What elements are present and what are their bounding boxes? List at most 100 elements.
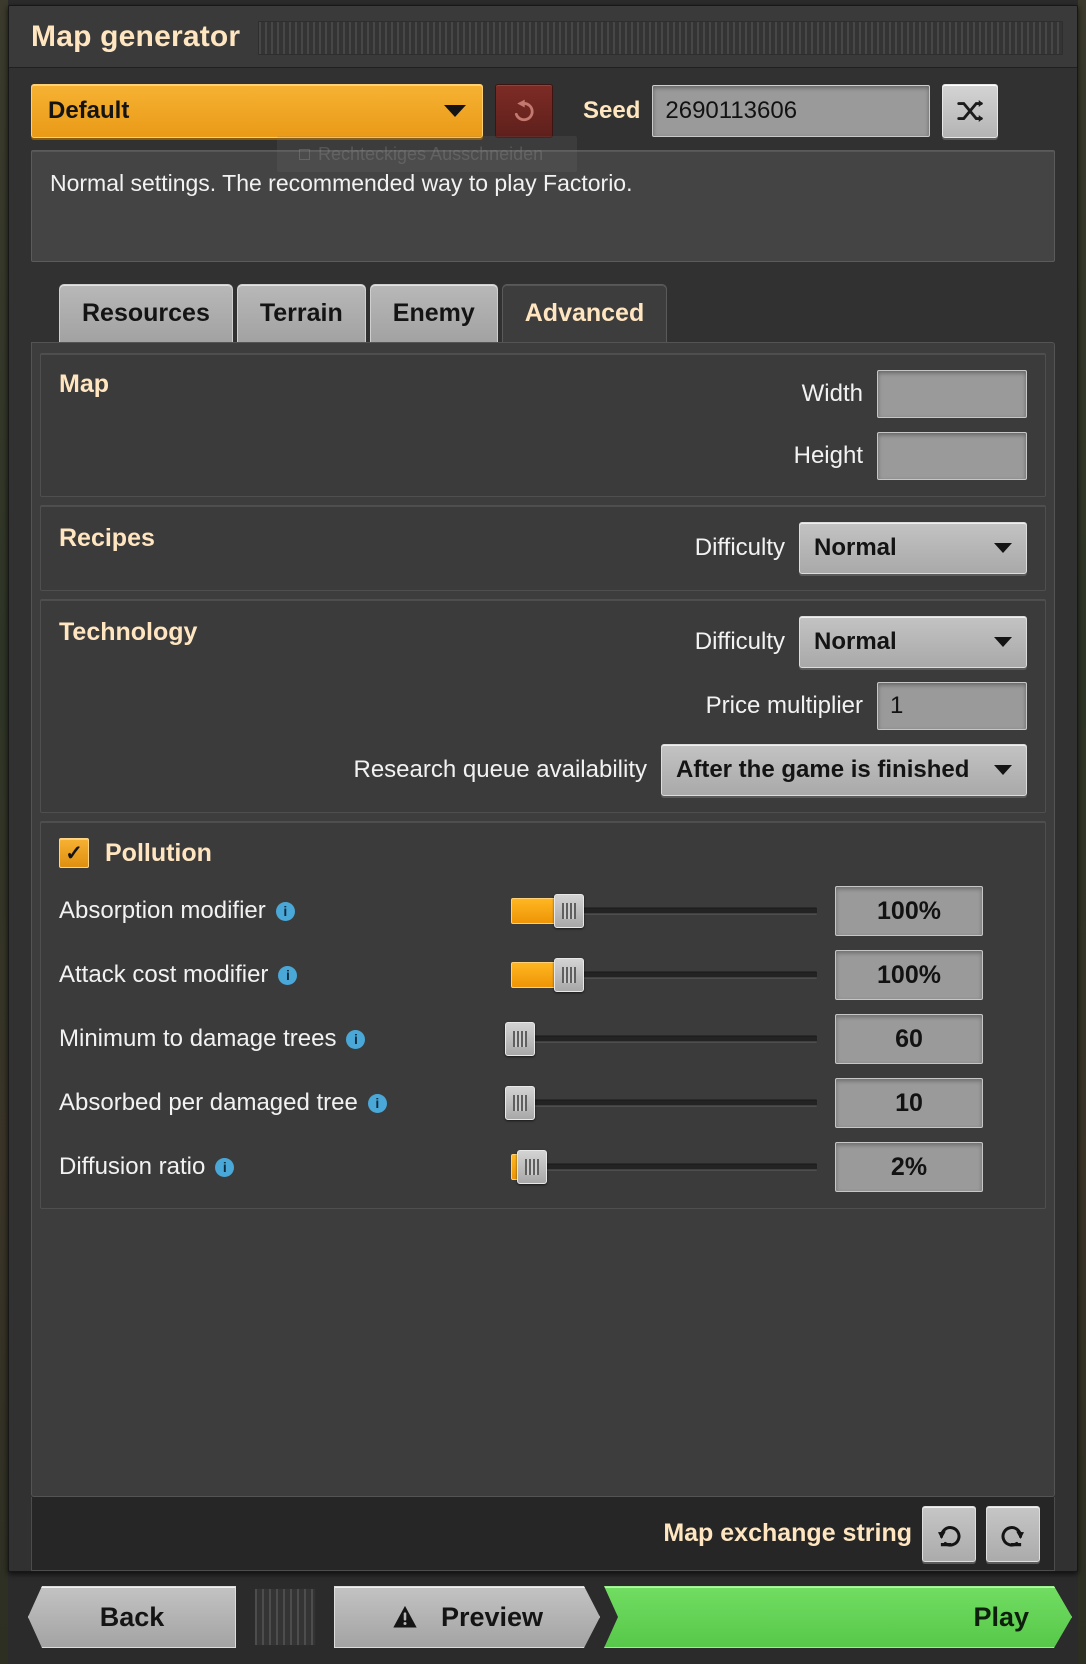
attack-cost-modifier-label: Attack cost modifier i	[59, 961, 511, 989]
preset-row: Default Seed	[9, 68, 1077, 150]
slider-knob[interactable]	[505, 1086, 536, 1120]
info-icon[interactable]: i	[346, 1029, 366, 1049]
technology-difficulty-dropdown[interactable]: Normal	[799, 616, 1027, 668]
preview-button[interactable]: Preview	[334, 1586, 600, 1648]
absorption-modifier-slider[interactable]	[511, 891, 817, 931]
pollution-row-minimum-to-damage-trees: Minimum to damage trees i 60	[59, 1014, 1027, 1064]
grip-lines-icon	[525, 1159, 540, 1175]
back-button[interactable]: Back	[28, 1586, 236, 1648]
description-wrapper: Rechteckiges Ausschneiden Normal setting…	[9, 136, 1077, 262]
map-width-label: Width	[801, 380, 863, 407]
info-icon[interactable]: i	[367, 1093, 387, 1113]
recipes-difficulty-value: Normal	[814, 534, 897, 561]
technology-difficulty-label: Difficulty	[694, 628, 785, 655]
absorbed-per-damaged-tree-slider[interactable]	[505, 1083, 817, 1123]
tab-terrain[interactable]: Terrain	[236, 284, 366, 342]
minimum-to-damage-trees-slider[interactable]	[505, 1019, 817, 1059]
absorption-modifier-value: 100%	[835, 886, 983, 936]
absorption-modifier-label: Absorption modifier i	[59, 897, 511, 925]
page-title: Map generator	[31, 19, 241, 53]
slider-knob[interactable]	[505, 1022, 536, 1056]
attack-cost-modifier-value: 100%	[835, 950, 983, 1000]
warning-triangle-icon	[391, 1603, 419, 1631]
advanced-settings-panel: Map Width Height Recipes Difficulty Norm…	[31, 342, 1055, 1497]
footer-grip	[254, 1588, 316, 1646]
info-icon[interactable]: i	[275, 901, 295, 921]
chevron-down-icon	[994, 637, 1012, 647]
chevron-down-icon	[994, 765, 1012, 775]
pollution-slider-list: Absorption modifier i 100% Attack cost m…	[59, 886, 1027, 1192]
map-height-row: Height	[59, 432, 1027, 480]
window-drag-handle[interactable]	[258, 20, 1063, 55]
seed-input[interactable]	[652, 85, 931, 137]
pollution-section-title: Pollution	[105, 838, 212, 867]
shuffle-icon	[957, 100, 984, 122]
world-edge-left	[0, 0, 8, 1664]
absorbed-per-damaged-tree-value: 10	[835, 1078, 983, 1128]
shuffle-seed-button[interactable]	[942, 84, 999, 138]
diffusion-ratio-slider[interactable]	[511, 1147, 817, 1187]
factorio-map-generator-window: Map generator Default Seed 2690113606 Re…	[0, 0, 1086, 1664]
absorption-modifier-text: Absorption modifier	[59, 897, 266, 924]
slider-track	[511, 1099, 817, 1107]
map-height-input[interactable]	[877, 432, 1027, 480]
technology-difficulty-row: Difficulty Normal	[59, 616, 1027, 668]
info-icon[interactable]: i	[278, 965, 298, 985]
footer-bar: Back Preview Play	[0, 1572, 1086, 1664]
import-arrow-icon	[938, 1525, 961, 1547]
grip-lines-icon	[562, 903, 577, 919]
pollution-checkbox[interactable]: ✓	[59, 838, 89, 868]
preset-dropdown[interactable]: Default	[31, 84, 483, 138]
diffusion-ratio-text: Diffusion ratio	[59, 1153, 206, 1180]
map-width-row: Map Width	[59, 370, 1027, 418]
diffusion-ratio-label: Diffusion ratio i	[59, 1153, 511, 1181]
pollution-header: ✓ Pollution	[59, 838, 1027, 868]
import-map-string-button[interactable]	[922, 1505, 976, 1562]
map-section-title: Map	[59, 370, 109, 398]
world-edge-right	[1078, 0, 1086, 1664]
slider-knob[interactable]	[517, 1150, 548, 1184]
recipes-difficulty-dropdown[interactable]: Normal	[799, 522, 1027, 574]
grip-lines-icon	[513, 1095, 528, 1111]
attack-cost-modifier-slider[interactable]	[511, 955, 817, 995]
recipes-difficulty-label: Difficulty	[694, 534, 785, 561]
technology-section-title: Technology	[59, 618, 198, 646]
recipes-section-title: Recipes	[59, 524, 155, 552]
price-multiplier-row: Price multiplier	[59, 682, 1027, 730]
play-button[interactable]: Play	[604, 1586, 1072, 1648]
dialog-window: Map generator Default Seed 2690113606 Re…	[8, 5, 1078, 1572]
map-exchange-string-label: Map exchange string	[663, 1519, 912, 1547]
slider-knob[interactable]	[554, 894, 585, 928]
tab-enemy[interactable]: Enemy	[369, 284, 498, 342]
seed-label: Seed	[583, 97, 641, 124]
technology-section: Technology Difficulty Normal Price multi…	[40, 599, 1046, 813]
grip-lines-icon	[513, 1031, 528, 1047]
minimum-to-damage-trees-value: 60	[835, 1014, 983, 1064]
pollution-section: ✓ Pollution Absorption modifier i 100% A…	[40, 821, 1046, 1209]
map-width-input[interactable]	[877, 370, 1027, 418]
info-icon[interactable]: i	[215, 1157, 235, 1177]
minimum-to-damage-trees-text: Minimum to damage trees	[59, 1025, 337, 1052]
slider-knob[interactable]	[554, 958, 585, 992]
tab-advanced[interactable]: Advanced	[501, 284, 668, 342]
tab-resources[interactable]: Resources	[59, 284, 233, 342]
pollution-row-attack-cost-modifier: Attack cost modifier i 100%	[59, 950, 1027, 1000]
chevron-down-icon	[444, 105, 466, 117]
reset-preset-button[interactable]	[495, 84, 553, 138]
absorbed-per-damaged-tree-label: Absorbed per damaged tree i	[59, 1089, 511, 1117]
price-multiplier-label: Price multiplier	[705, 692, 863, 719]
attack-cost-modifier-text: Attack cost modifier	[59, 961, 269, 988]
recipes-difficulty-row: Recipes Difficulty Normal	[59, 522, 1027, 574]
tab-bar: Resources Terrain Enemy Advanced	[9, 262, 1077, 342]
slider-track	[511, 1035, 817, 1043]
export-map-string-button[interactable]	[986, 1505, 1040, 1562]
slider-track	[511, 1163, 817, 1171]
checkmark-icon: ✓	[65, 841, 83, 865]
preview-button-label: Preview	[440, 1601, 544, 1632]
preset-description: Normal settings. The recommended way to …	[31, 150, 1055, 262]
export-arrow-icon	[1001, 1525, 1024, 1547]
price-multiplier-input[interactable]	[877, 682, 1027, 730]
research-queue-dropdown[interactable]: After the game is finished	[661, 744, 1027, 796]
map-section: Map Width Height	[40, 353, 1046, 497]
pollution-row-diffusion-ratio: Diffusion ratio i 2%	[59, 1142, 1027, 1192]
